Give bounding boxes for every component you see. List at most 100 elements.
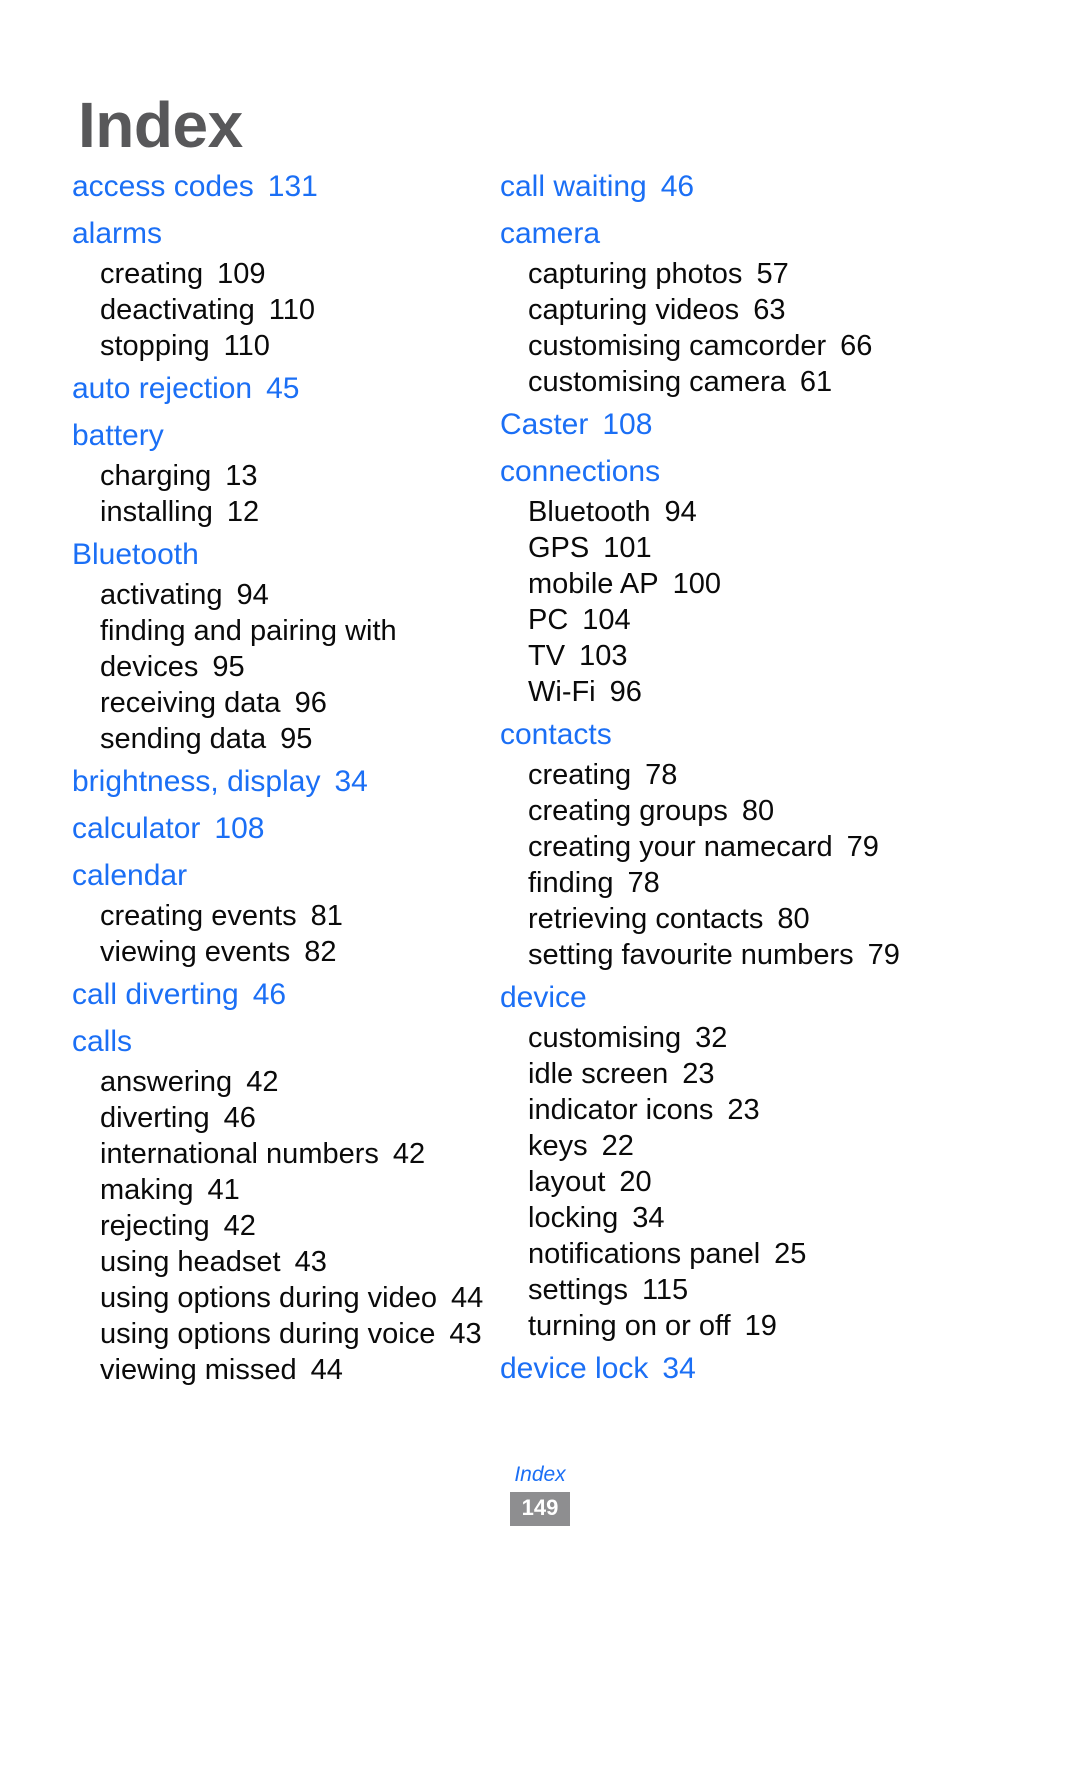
index-subentry-term: receiving data: [100, 687, 281, 719]
index-entry-term[interactable]: calculator 108: [72, 804, 498, 851]
index-entry-term[interactable]: camera: [500, 209, 926, 256]
index-subentry[interactable]: indicator icons 23: [500, 1092, 926, 1128]
index-subentry-page: 95: [212, 651, 245, 683]
index-subentry[interactable]: viewing events 82: [72, 934, 498, 970]
index-subentry[interactable]: locking 34: [500, 1200, 926, 1236]
index-entry-term[interactable]: auto rejection 45: [72, 364, 498, 411]
index-subentry[interactable]: using options during video 44: [72, 1280, 498, 1316]
index-subentry-term: Wi-Fi: [528, 676, 596, 708]
index-subentry[interactable]: capturing photos 57: [500, 256, 926, 292]
index-subentry[interactable]: customising 32: [500, 1020, 926, 1056]
index-subentry-term: creating events: [100, 900, 297, 932]
index-subentry[interactable]: GPS 101: [500, 530, 926, 566]
index-subentry-term: answering: [100, 1066, 233, 1098]
index-subentry-page: 94: [236, 579, 269, 611]
index-subentry-page: 34: [632, 1202, 665, 1234]
index-entry-term-text: auto rejection: [72, 372, 253, 405]
index-subentry-page: 22: [601, 1130, 634, 1162]
index-subentry[interactable]: receiving data 96: [72, 685, 498, 721]
index-subentry-page: 94: [664, 496, 697, 528]
index-subentry[interactable]: creating groups 80: [500, 793, 926, 829]
index-entry-term[interactable]: brightness, display 34: [72, 757, 498, 804]
index-entry-term-text: call diverting: [72, 978, 239, 1011]
index-subentry[interactable]: deactivating 110: [72, 292, 498, 328]
index-entry-page: 34: [662, 1352, 696, 1385]
index-subentry[interactable]: layout 20: [500, 1164, 926, 1200]
index-subentry[interactable]: making 41: [72, 1172, 498, 1208]
index-entry: camera capturing photos 57 capturing videos…: [500, 209, 926, 400]
index-subentry[interactable]: PC 104: [500, 602, 926, 638]
index-subentry[interactable]: setting favourite numbers 79: [500, 937, 926, 973]
index-entry-term[interactable]: Bluetooth: [72, 530, 498, 577]
index-subentry[interactable]: finding and pairing with devices 95: [72, 613, 498, 685]
index-subentry[interactable]: international numbers 42: [72, 1136, 498, 1172]
index-entry-term[interactable]: Caster 108: [500, 400, 926, 447]
index-subentry-list: activating 94 finding and pairing with dev…: [72, 577, 498, 757]
index-subentry-term: turning on or off: [528, 1310, 731, 1342]
index-subentry[interactable]: settings 115: [500, 1272, 926, 1308]
index-entry-term-text: call waiting: [500, 170, 647, 203]
index-entry-term[interactable]: contacts: [500, 710, 926, 757]
index-entry-term[interactable]: alarms: [72, 209, 498, 256]
index-subentry-page: 115: [641, 1274, 689, 1306]
index-entry-term[interactable]: calendar: [72, 851, 498, 898]
index-subentry[interactable]: answering 42: [72, 1064, 498, 1100]
index-subentry[interactable]: TV 103: [500, 638, 926, 674]
index-subentry-term: setting favourite numbers: [528, 939, 854, 971]
index-entry-term[interactable]: access codes 131: [72, 162, 498, 209]
index-subentry-page: 63: [753, 294, 786, 326]
index-subentry[interactable]: notifications panel 25: [500, 1236, 926, 1272]
index-subentry[interactable]: charging 13: [72, 458, 498, 494]
index-subentry[interactable]: using headset 43: [72, 1244, 498, 1280]
index-subentry[interactable]: capturing videos 63: [500, 292, 926, 328]
index-subentry[interactable]: rejecting 42: [72, 1208, 498, 1244]
index-subentry-term: charging: [100, 460, 212, 492]
index-subentry-list: customising 32 idle screen 23 indicator icon…: [500, 1020, 926, 1344]
index-subentry[interactable]: diverting 46: [72, 1100, 498, 1136]
index-subentry[interactable]: mobile AP 100: [500, 566, 926, 602]
index-entry-term[interactable]: connections: [500, 447, 926, 494]
index-subentry-term: retrieving contacts: [528, 903, 764, 935]
index-entry-term[interactable]: call waiting 46: [500, 162, 926, 209]
index-subentry-page: 79: [867, 939, 900, 971]
index-subentry[interactable]: creating 109: [72, 256, 498, 292]
index-subentry[interactable]: finding 78: [500, 865, 926, 901]
index-subentry-term: international numbers: [100, 1138, 379, 1170]
index-subentry[interactable]: Bluetooth 94: [500, 494, 926, 530]
index-subentry[interactable]: using options during voice 43: [72, 1316, 498, 1352]
index-entry-term[interactable]: call diverting 46: [72, 970, 498, 1017]
index-subentry[interactable]: creating 78: [500, 757, 926, 793]
index-subentry[interactable]: keys 22: [500, 1128, 926, 1164]
index-subentry[interactable]: installing 12: [72, 494, 498, 530]
index-entry-term-text: contacts: [500, 718, 612, 751]
index-subentry-list: charging 13 installing 12: [72, 458, 498, 530]
index-subentry-page: 23: [682, 1058, 715, 1090]
index-subentry[interactable]: customising camera 61: [500, 364, 926, 400]
index-entry-term[interactable]: calls: [72, 1017, 498, 1064]
index-subentry[interactable]: customising camcorder 66: [500, 328, 926, 364]
index-entry-term[interactable]: device: [500, 973, 926, 1020]
index-entry-term-text: access codes: [72, 170, 254, 203]
page-title: Index: [78, 88, 243, 161]
index-subentry-term: viewing missed: [100, 1354, 297, 1386]
index-subentry[interactable]: creating your namecard 79: [500, 829, 926, 865]
index-subentry[interactable]: retrieving contacts 80: [500, 901, 926, 937]
index-subentry[interactable]: stopping 110: [72, 328, 498, 364]
index-subentry[interactable]: viewing missed 44: [72, 1352, 498, 1388]
index-subentry[interactable]: sending data 95: [72, 721, 498, 757]
index-subentry[interactable]: Wi-Fi 96: [500, 674, 926, 710]
index-entry-term[interactable]: battery: [72, 411, 498, 458]
index-subentry-page: 80: [777, 903, 810, 935]
index-entry: call diverting 46: [72, 970, 498, 1017]
index-subentry[interactable]: creating events 81: [72, 898, 498, 934]
index-subentry[interactable]: activating 94: [72, 577, 498, 613]
index-subentry-page: 46: [223, 1102, 256, 1134]
index-subentry-page: 110: [268, 294, 316, 326]
index-subentry-term: layout: [528, 1166, 606, 1198]
index-entry-page: 46: [252, 978, 287, 1011]
index-subentry-page: 44: [310, 1354, 343, 1386]
index-subentry[interactable]: turning on or off 19: [500, 1308, 926, 1344]
index-subentry[interactable]: idle screen 23: [500, 1056, 926, 1092]
index-subentry-term: keys: [528, 1130, 588, 1162]
index-entry-term[interactable]: device lock 34: [500, 1344, 926, 1391]
